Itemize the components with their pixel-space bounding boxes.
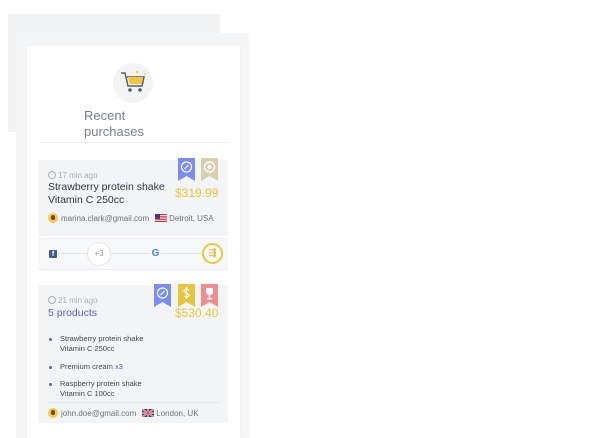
rocket-badge-icon xyxy=(178,158,195,181)
purchase-time: 17 min ago xyxy=(48,171,98,180)
customer-info: john.doe@gmail.com London, UK xyxy=(48,408,199,418)
item-line-2: Vitamin C 100cc xyxy=(60,389,115,398)
divider xyxy=(48,402,220,403)
title-line-2: purchases xyxy=(84,124,144,139)
customer-email[interactable]: marina.clark@gmail.com xyxy=(61,214,149,223)
bullet-icon xyxy=(49,383,52,386)
time-text: 21 min ago xyxy=(58,296,98,305)
google-icon[interactable]: G xyxy=(150,248,161,259)
dollar-badge-icon xyxy=(178,284,195,307)
cart-logo xyxy=(113,63,153,103)
clock-icon xyxy=(48,171,56,179)
page-title: Recent purchases xyxy=(84,108,144,140)
share-icon[interactable]: ⇶ xyxy=(202,243,223,264)
title-line-1: Recent xyxy=(84,108,126,123)
bullet-icon xyxy=(49,338,52,341)
connector-line xyxy=(50,253,218,254)
time-text: 17 min ago xyxy=(58,171,98,180)
more-count-button[interactable]: +3 xyxy=(87,242,111,266)
customer-email[interactable]: john.doe@gmail.com xyxy=(61,409,136,418)
purchase-price: $319.99 xyxy=(175,186,219,200)
trophy-badge-icon xyxy=(201,284,218,307)
rocket-badge-icon xyxy=(154,284,171,307)
product-count[interactable]: 5 products xyxy=(48,307,97,319)
customer-location: London, UK xyxy=(156,409,199,418)
medal-badge-icon xyxy=(201,158,218,181)
item-line-1: Raspberry protein shake xyxy=(60,379,142,388)
customer-info: marina.clark@gmail.com Detroit, USA xyxy=(48,213,214,223)
avatar xyxy=(48,213,58,223)
divider xyxy=(40,142,228,143)
customer-location: Detroit, USA xyxy=(169,214,214,223)
purchase-time: 21 min ago xyxy=(48,296,98,305)
product-name: Strawberry protein shake Vitamin C 250cc xyxy=(48,181,165,207)
product-line-2: Vitamin C 250cc xyxy=(48,194,125,206)
item-line-1: Premium cream xyxy=(60,362,113,371)
us-flag-icon xyxy=(155,214,168,222)
bullet-icon xyxy=(49,366,52,369)
uk-flag-icon xyxy=(142,409,155,417)
purchase-price: $530.40 xyxy=(175,306,219,320)
shopping-cart-icon xyxy=(121,70,146,92)
clock-icon xyxy=(48,296,56,304)
item-quantity: x3 xyxy=(115,362,123,371)
item-line-1: Strawberry protein shake xyxy=(60,334,144,343)
avatar xyxy=(48,408,58,418)
product-line-1: Strawberry protein shake xyxy=(48,181,165,193)
facebook-icon[interactable]: f xyxy=(49,250,57,258)
social-share-bar: f +3 G ⇶ xyxy=(38,238,228,270)
item-line-2: Vitamin C 250cc xyxy=(60,344,115,353)
